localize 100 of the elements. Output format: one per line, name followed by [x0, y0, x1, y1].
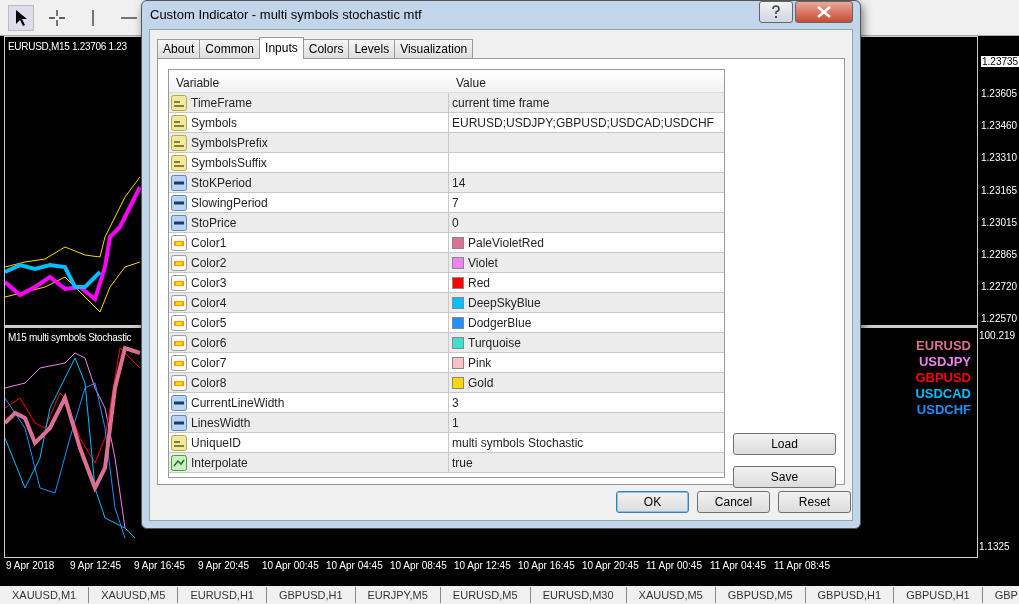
chart-tab[interactable]: GBPUSD,M5 — [715, 587, 806, 603]
variable-value[interactable]: 0 — [452, 213, 459, 232]
legend-symbol: USDJPY — [918, 354, 971, 370]
variable-name: Color6 — [191, 334, 227, 352]
boolean-type-icon — [171, 454, 187, 471]
variable-value[interactable]: true — [452, 453, 473, 472]
variable-value[interactable]: Pink — [468, 353, 492, 372]
indicator-title: M15 multi symbols Stochastic — [8, 331, 132, 345]
column-header: Variable — [175, 75, 221, 92]
chart-tab[interactable]: GBPUSD,H1 — [805, 587, 895, 603]
legend-symbol: USDCHF — [916, 402, 971, 418]
chart-tab[interactable]: XAUUSD,M1 — [0, 587, 90, 603]
variable-value[interactable]: multi symbols Stochastic — [452, 433, 584, 452]
cursor-icon[interactable] — [14, 8, 28, 27]
color-type-icon — [171, 374, 187, 391]
variable-name: TimeFrame — [191, 94, 252, 112]
number-type-icon — [171, 214, 187, 231]
price-tick: 1.22570 — [981, 312, 1019, 326]
chart-tab[interactable]: GBPUSD,H1 — [894, 587, 983, 603]
dialog-tab[interactable]: About — [157, 39, 201, 58]
indicator-axis-label: 1.1325 — [979, 540, 1011, 554]
chart-tab[interactable]: EURJPY,M5 — [355, 587, 441, 603]
variable-name: Color2 — [191, 254, 227, 272]
dialog-tab[interactable]: Levels — [348, 39, 396, 58]
text-type-icon — [171, 134, 187, 151]
variable-value[interactable]: DeepSkyBlue — [468, 293, 541, 312]
time-label: 10 Apr 16:45 — [518, 559, 576, 573]
help-button[interactable] — [759, 1, 793, 23]
chart-tab[interactable]: EURUSD,M30 — [530, 587, 627, 603]
number-type-icon — [171, 394, 187, 411]
time-label: 11 Apr 04:45 — [710, 559, 767, 573]
color-type-icon — [171, 274, 187, 291]
dialog-button[interactable]: OK — [616, 491, 689, 513]
variable-value[interactable]: DodgerBlue — [468, 313, 532, 332]
variable-name: StoPrice — [191, 214, 237, 232]
help-icon — [771, 5, 781, 19]
variable-name: LinesWidth — [191, 414, 251, 432]
chart-tab[interactable]: XAUUSD,M5 — [89, 587, 179, 603]
variable-name: SymbolsSuffix — [191, 154, 267, 172]
chart-tab[interactable]: EURUSD,M5 — [440, 587, 531, 603]
time-label: 11 Apr 00:45 — [646, 559, 703, 573]
dialog-tab[interactable]: Common — [199, 39, 261, 58]
variable-name: Color5 — [191, 314, 227, 332]
variable-value[interactable]: 1 — [452, 413, 459, 432]
color-type-icon — [171, 354, 187, 371]
legend-symbol: USDCAD — [915, 386, 971, 402]
time-label: 10 Apr 04:45 — [326, 559, 384, 573]
variable-name: StoKPeriod — [191, 174, 252, 192]
time-label: 10 Apr 08:45 — [390, 559, 448, 573]
chart-tab[interactable]: GBPUSD,H1 — [266, 587, 356, 603]
variable-name: Color4 — [191, 294, 227, 312]
current-price-label: 1.23735 — [981, 56, 1019, 67]
variable-value[interactable]: current time frame — [452, 93, 550, 112]
number-type-icon — [171, 414, 187, 431]
time-label: 9 Apr 2018 — [6, 559, 56, 573]
dialog-tab[interactable]: Inputs — [259, 37, 304, 59]
dialog-tab[interactable]: Visualization — [394, 39, 474, 58]
variable-value[interactable]: 7 — [452, 193, 459, 212]
panel-button[interactable]: Load — [733, 433, 836, 455]
time-label: 10 Apr 00:45 — [262, 559, 320, 573]
chart-tab[interactable]: XAUUSD,M5 — [626, 587, 716, 603]
variable-value[interactable]: 3 — [452, 393, 459, 412]
legend-symbol: EURUSD — [916, 338, 971, 354]
color-type-icon — [171, 294, 187, 311]
vertical-line-icon[interactable] — [91, 9, 95, 26]
close-button[interactable] — [795, 1, 853, 23]
price-tick: 1.23605 — [981, 87, 1019, 102]
variable-name: UniqueID — [191, 434, 242, 452]
column-header: Value — [455, 75, 487, 92]
color-type-icon — [171, 234, 187, 251]
chart-tab[interactable]: EURUSD,H1 — [178, 587, 267, 603]
dialog-tab[interactable]: Colors — [302, 39, 350, 58]
variable-name: Color1 — [191, 234, 227, 252]
time-label: 9 Apr 12:45 — [70, 559, 123, 573]
price-tick: 1.22865 — [981, 247, 1019, 262]
panel-button[interactable]: Save — [733, 466, 836, 488]
variable-value[interactable]: EURUSD;USDJPY;GBPUSD;USDCAD;USDCHF — [452, 113, 714, 132]
price-tick: 1.23460 — [981, 119, 1019, 134]
text-type-icon — [171, 154, 187, 171]
variable-value[interactable]: Red — [468, 273, 490, 292]
dialog-button[interactable]: Cancel — [697, 491, 770, 513]
price-tick: 1.23310 — [981, 151, 1019, 166]
horizontal-line-icon[interactable] — [121, 15, 137, 20]
time-label: 10 Apr 12:45 — [454, 559, 512, 573]
time-label: 9 Apr 20:45 — [198, 559, 251, 573]
number-type-icon — [171, 174, 187, 191]
variable-name: Color8 — [191, 374, 227, 392]
variable-value[interactable]: 14 — [452, 173, 466, 192]
dialog-button[interactable]: Reset — [778, 491, 851, 513]
text-type-icon — [171, 434, 187, 451]
variable-value[interactable]: Turquoise — [468, 333, 521, 352]
variable-name: Color3 — [191, 274, 227, 292]
crosshair-icon[interactable] — [48, 8, 66, 27]
variable-value[interactable]: Violet — [468, 253, 498, 272]
variable-name: CurrentLineWidth — [191, 394, 285, 412]
variable-value[interactable]: PaleVioletRed — [468, 233, 544, 252]
variable-name: Symbols — [191, 114, 237, 132]
text-type-icon — [171, 94, 187, 111]
variable-value[interactable]: Gold — [468, 373, 494, 392]
price-tick: 1.23165 — [981, 183, 1019, 198]
